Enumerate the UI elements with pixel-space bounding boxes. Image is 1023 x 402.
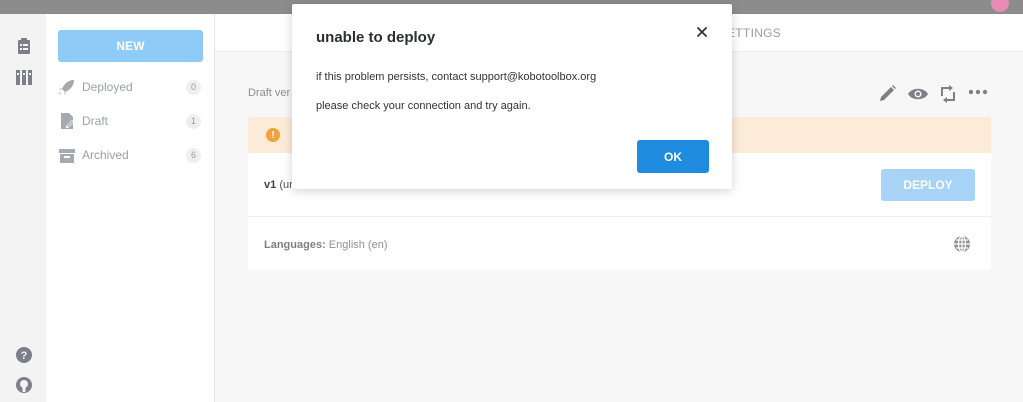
close-icon[interactable] [694, 24, 710, 40]
dialog-message-connection: please check your connection and try aga… [316, 100, 531, 112]
dialog-title: unable to deploy [316, 29, 436, 46]
error-dialog: unable to deploy if this problem persist… [292, 4, 732, 189]
ok-button[interactable]: OK [637, 140, 709, 173]
dialog-message-support: if this problem persists, contact suppor… [316, 71, 597, 83]
